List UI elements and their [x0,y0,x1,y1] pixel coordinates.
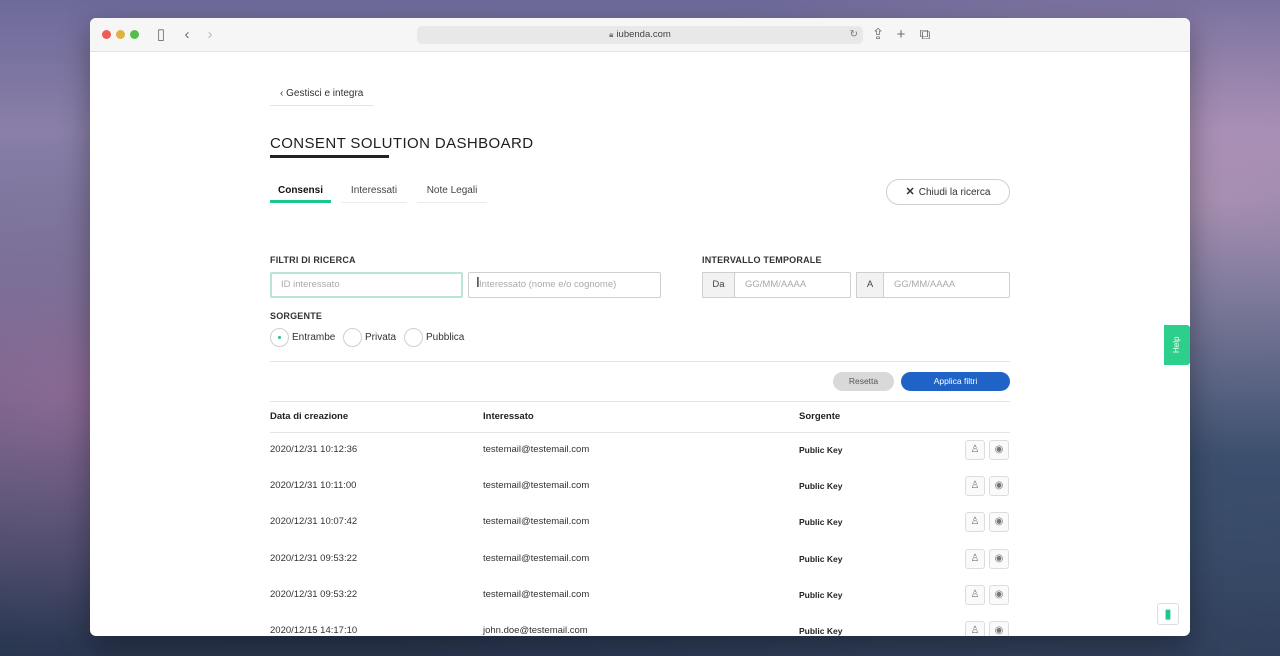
user-icon[interactable]: ♙ [965,621,985,636]
radio-pubblica[interactable]: Pubblica [404,328,469,348]
table-top-divider [270,401,1010,402]
radio-pubblica-label: Pubblica [426,332,465,343]
apply-filters-button[interactable]: Applica filtri [901,372,1010,391]
column-header-date: Data di creazione [270,411,349,422]
radio-pubblica-circle[interactable] [404,328,423,347]
row-date: 2020/12/31 09:53:22 [270,553,358,564]
eye-icon[interactable]: ◉ [989,585,1009,605]
eye-icon[interactable]: ◉ [989,621,1009,636]
zoom-window-button[interactable] [130,30,139,39]
user-icon[interactable]: ♙ [965,512,985,532]
help-tab[interactable]: Help [1164,325,1190,365]
address-bar[interactable]: 🔒︎ iubenda.com ↻ [417,26,863,44]
back-link[interactable]: ‹ Gestisci e integra [270,86,374,106]
close-search-button[interactable]: ✕ Chiudi la ricerca [886,179,1010,205]
back-arrow-icon[interactable]: ‹ [178,26,196,44]
filters-label: FILTRI DI RICERCA [270,255,356,265]
from-date-input[interactable]: GG/MM/AAAA [734,272,851,298]
table-row: 2020/12/31 10:07:42 testemail@testemail.… [270,504,1010,540]
row-subject: testemail@testemail.com [483,444,590,455]
table-row: 2020/12/15 14:17:10 john.doe@testemail.c… [270,613,1010,636]
column-header-subject: Interessato [483,411,534,422]
eye-icon[interactable]: ◉ [989,549,1009,569]
id-interessato-input[interactable]: ID interessato [270,272,463,298]
browser-window: ▯ ‹ › 🔒︎ iubenda.com ↻ ⇪ + ⧉ ‹ Gestisci e… [90,18,1190,636]
row-source: Public Key [799,626,843,636]
radio-entrambe-circle[interactable] [270,328,289,347]
row-subject: testemail@testemail.com [483,516,590,527]
row-source: Public Key [799,554,843,564]
minimize-window-button[interactable] [116,30,125,39]
row-date: 2020/12/31 10:11:00 [270,480,357,491]
title-underline [270,155,389,158]
eye-icon[interactable]: ◉ [989,512,1009,532]
row-subject: john.doe@testemail.com [483,625,588,636]
user-icon[interactable]: ♙ [965,585,985,605]
table-row: 2020/12/31 10:12:36 testemail@testemail.… [270,432,1010,468]
eye-icon[interactable]: ◉ [989,440,1009,460]
table-row: 2020/12/31 09:53:22 testemail@testemail.… [270,577,1010,613]
source-label: SORGENTE [270,311,323,321]
close-icon: ✕ [905,186,915,198]
user-icon[interactable]: ♙ [965,440,985,460]
filters-divider [270,361,1010,362]
share-icon[interactable]: ⇪ [869,26,887,44]
row-subject: testemail@testemail.com [483,480,590,491]
address-text: iubenda.com [616,29,671,40]
to-addon: A [856,272,884,298]
radio-entrambe-label: Entrambe [292,332,336,343]
interessato-name-input[interactable]: Interessato (nome e/o cognome) [468,272,661,298]
new-tab-icon[interactable]: + [892,26,910,44]
table-row: 2020/12/31 09:53:22 testemail@testemail.… [270,541,1010,577]
reset-button[interactable]: Resetta [833,372,894,391]
row-date: 2020/12/31 10:12:36 [270,444,358,455]
browser-toolbar: ▯ ‹ › 🔒︎ iubenda.com ↻ ⇪ + ⧉ [90,18,1190,52]
close-search-label: Chiudi la ricerca [918,187,991,198]
reload-icon[interactable]: ↻ [850,26,858,44]
iubenda-badge-icon[interactable]: ▮ [1157,603,1179,625]
page-title: CONSENT SOLUTION DASHBOARD [270,135,534,152]
radio-privata-label: Privata [365,332,397,343]
tab-consensi[interactable]: Consensi [270,181,331,203]
page-content: ‹ Gestisci e integra CONSENT SOLUTION DA… [90,53,1190,636]
text-cursor-icon: I [476,276,480,291]
close-window-button[interactable] [102,30,111,39]
row-date: 2020/12/31 10:07:42 [270,516,358,527]
tab-interessati[interactable]: Interessati [341,181,407,203]
column-header-source: Sorgente [799,411,841,422]
row-source: Public Key [799,517,843,527]
lock-icon: 🔒︎ [609,30,614,39]
row-source: Public Key [799,590,843,600]
eye-icon[interactable]: ◉ [989,476,1009,496]
interval-label: INTERVALLO TEMPORALE [702,255,822,265]
row-subject: testemail@testemail.com [483,553,590,564]
row-subject: testemail@testemail.com [483,589,590,600]
user-icon[interactable]: ♙ [965,476,985,496]
radio-privata-circle[interactable] [343,328,362,347]
radio-entrambe[interactable]: Entrambe [270,328,340,348]
sidebar-icon[interactable]: ▯ [152,26,170,44]
to-date-input[interactable]: GG/MM/AAAA [883,272,1010,298]
forward-arrow-icon[interactable]: › [201,26,219,44]
row-date: 2020/12/31 09:53:22 [270,589,358,600]
table-row: 2020/12/31 10:11:00 testemail@testemail.… [270,468,1010,504]
tab-overview-icon[interactable]: ⧉ [916,26,934,44]
row-source: Public Key [799,445,843,455]
row-date: 2020/12/15 14:17:10 [270,625,358,636]
user-icon[interactable]: ♙ [965,549,985,569]
from-addon: Da [702,272,735,298]
radio-privata[interactable]: Privata [343,328,403,348]
row-source: Public Key [799,481,843,491]
tab-note-legali[interactable]: Note Legali [417,181,487,203]
